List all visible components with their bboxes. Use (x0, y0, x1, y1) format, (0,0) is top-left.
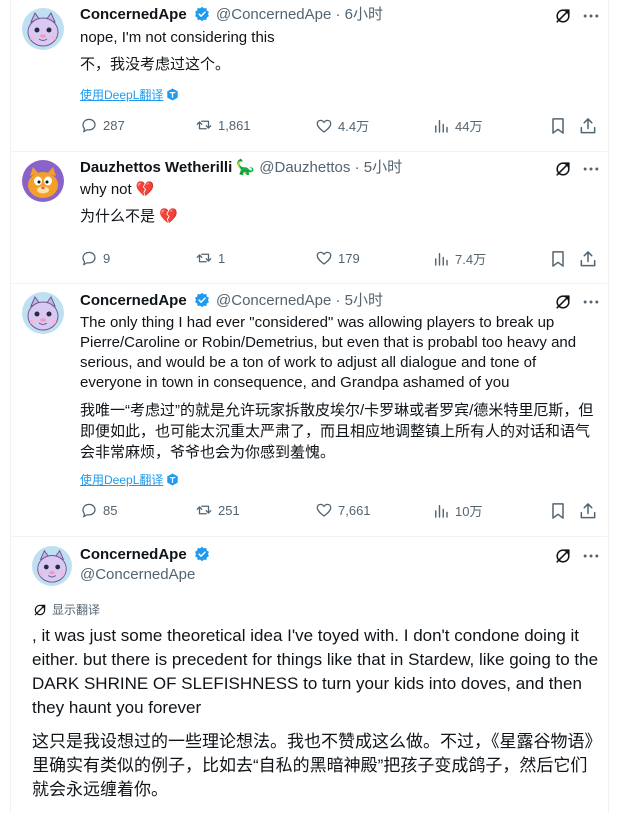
translate-toggle-icon[interactable] (553, 159, 573, 179)
retweet-icon (195, 501, 213, 519)
timestamp[interactable]: · 6小时 (336, 6, 384, 23)
divider (10, 283, 607, 284)
author-name[interactable]: ConcernedApe (80, 546, 187, 563)
tweet-translation: 不，我没考虑过这个。 (80, 56, 231, 73)
more-icon[interactable] (581, 292, 601, 312)
like-icon (315, 249, 333, 267)
verified-badge-icon (194, 546, 210, 562)
translate-link[interactable]: 使用DeepL翻译 (80, 86, 179, 103)
retweet-count: 1 (218, 250, 226, 266)
reply-icon (80, 249, 98, 267)
verified-badge-icon (194, 6, 210, 22)
main-tweet-translation: 这只是我设想过的一些理论想法。我也不赞成这么做。不过，《星露谷物语》里确实有类似… (32, 732, 602, 799)
reply-icon (80, 501, 98, 519)
translate-toggle-icon[interactable] (553, 546, 573, 566)
action-bar: 85 251 7,661 10万 (80, 501, 600, 521)
author-handle[interactable]: @ConcernedApe (216, 6, 331, 23)
avatar[interactable] (22, 8, 64, 50)
like-count: 4.4万 (338, 119, 370, 134)
more-icon[interactable] (581, 159, 601, 179)
action-bar: 287 1,861 4.4万 44万 (80, 116, 600, 136)
translate-icon (32, 602, 48, 618)
author-handle[interactable]: @ConcernedApe (216, 292, 331, 309)
divider (10, 536, 607, 537)
share-icon[interactable] (578, 116, 598, 136)
reply-button[interactable]: 85 (80, 501, 117, 519)
views-button[interactable]: 44万 (432, 116, 482, 135)
translate-toggle-icon[interactable] (553, 292, 573, 312)
share-icon[interactable] (578, 249, 598, 269)
translate-badge-icon (166, 473, 179, 486)
divider (10, 151, 607, 152)
translate-link[interactable]: 使用DeepL翻译 (80, 471, 179, 488)
show-translation-button[interactable]: 显示翻译 (32, 601, 100, 618)
verified-badge-icon (194, 292, 210, 308)
retweet-button[interactable]: 1,861 (195, 116, 251, 134)
retweet-button[interactable]: 1 (195, 249, 225, 267)
timestamp[interactable]: · 5小时 (336, 292, 384, 309)
tweet-text: nope, I'm not considering this (80, 29, 275, 46)
show-translation-label[interactable]: 显示翻译 (52, 601, 100, 618)
reply-count: 85 (103, 502, 118, 518)
views-count: 10万 (455, 504, 483, 519)
cat-avatar-icon (22, 8, 64, 50)
translate-link-label[interactable]: 使用DeepL翻译 (80, 473, 163, 487)
like-icon (315, 117, 333, 135)
like-count: 7,661 (338, 502, 371, 518)
dinosaur-icon: 🦕 (236, 159, 256, 176)
more-icon[interactable] (581, 6, 601, 26)
reply-icon (80, 116, 98, 134)
like-icon (315, 501, 333, 519)
bookmark-icon[interactable] (548, 116, 568, 136)
main-tweet-text: , it was just some theoretical idea I've… (32, 626, 599, 717)
like-count: 179 (338, 250, 360, 266)
tweet-translation: 为什么不是 💔 (80, 208, 178, 225)
tweet-translation: 我唯一“考虑过”的就是允许玩家拆散皮埃尔/卡罗琳或者罗宾/德米特里厄斯，但即便如… (80, 402, 594, 461)
translate-toggle-icon[interactable] (553, 6, 573, 26)
share-icon[interactable] (578, 501, 598, 521)
avatar[interactable] (32, 546, 72, 586)
tweet-text: The only thing I had ever "considered" w… (80, 314, 577, 391)
action-bar: 9 1 179 7.4万 (80, 249, 600, 269)
timestamp[interactable]: · 5小时 (355, 159, 403, 176)
views-icon (432, 502, 450, 520)
views-icon (432, 250, 450, 268)
bookmark-icon[interactable] (548, 501, 568, 521)
author-handle[interactable]: @ConcernedApe (80, 566, 195, 583)
retweet-icon (195, 249, 213, 267)
cat-avatar-icon (32, 546, 72, 586)
more-icon[interactable] (581, 546, 601, 566)
like-button[interactable]: 7,661 (315, 501, 371, 519)
translate-link-label[interactable]: 使用DeepL翻译 (80, 88, 163, 102)
garfield-avatar-icon (22, 160, 64, 202)
reply-count: 9 (103, 250, 111, 266)
author-name[interactable]: ConcernedApe (80, 6, 187, 23)
author-name[interactable]: Dauzhettos Wetherilli (80, 159, 232, 176)
retweet-count: 1,861 (218, 117, 251, 133)
like-button[interactable]: 4.4万 (315, 116, 369, 135)
reply-button[interactable]: 287 (80, 116, 125, 134)
views-button[interactable]: 10万 (432, 501, 482, 520)
retweet-count: 251 (218, 502, 240, 518)
avatar[interactable] (22, 160, 64, 202)
tweet-text: why not 💔 (80, 181, 155, 198)
retweet-button[interactable]: 251 (195, 501, 240, 519)
bookmark-icon[interactable] (548, 249, 568, 269)
retweet-icon (195, 116, 213, 134)
author-name[interactable]: ConcernedApe (80, 292, 187, 309)
translate-badge-icon (166, 88, 179, 101)
avatar[interactable] (22, 292, 64, 334)
reply-count: 287 (103, 117, 125, 133)
views-icon (432, 117, 450, 135)
reply-button[interactable]: 9 (80, 249, 110, 267)
views-button[interactable]: 7.4万 (432, 249, 486, 268)
views-count: 7.4万 (455, 252, 487, 267)
cat-avatar-icon (22, 292, 64, 334)
like-button[interactable]: 179 (315, 249, 360, 267)
author-handle[interactable]: @Dauzhettos (259, 159, 350, 176)
views-count: 44万 (455, 119, 483, 134)
